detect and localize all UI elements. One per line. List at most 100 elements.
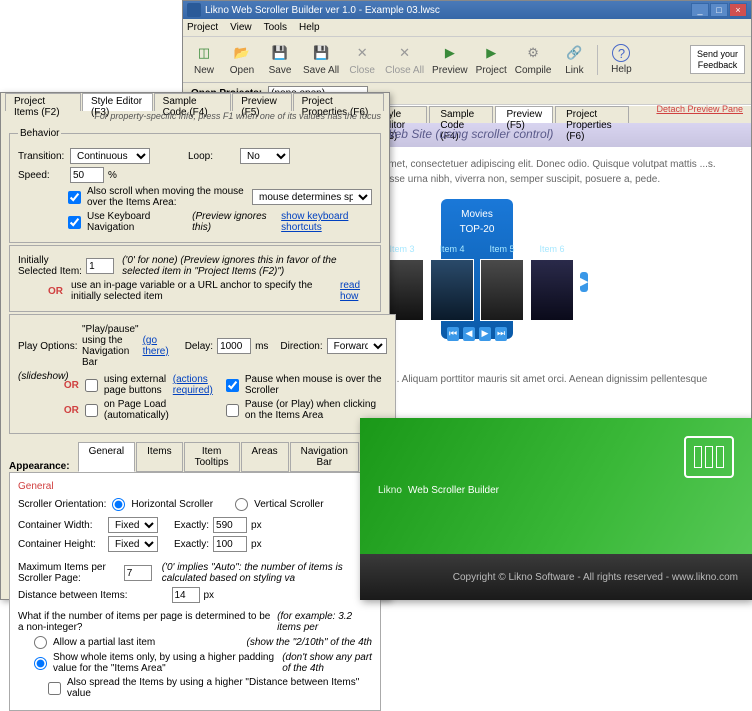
- speed-input[interactable]: [70, 167, 104, 183]
- splash-screen: Likno Web Scroller Builder Copyright © L…: [360, 418, 752, 600]
- tab-style-editor[interactable]: Style Editor (F3): [82, 93, 153, 111]
- movie-item: Item 5: [480, 243, 524, 321]
- splash-logo-icon: [684, 436, 734, 478]
- max-items-label: Maximum Items per Scroller Page:: [18, 562, 120, 584]
- menu-view[interactable]: View: [230, 22, 252, 33]
- read-how-link[interactable]: read how: [340, 280, 372, 302]
- scroll-mouse-label: Also scroll when moving the mouse over t…: [87, 186, 248, 208]
- menu-project[interactable]: Project: [187, 22, 218, 33]
- tab-general[interactable]: General: [78, 442, 136, 472]
- splash-brand: Likno: [378, 485, 402, 496]
- scroll-mouse-checkbox[interactable]: [68, 191, 81, 204]
- kb-shortcuts-link[interactable]: show keyboard shortcuts: [281, 211, 372, 233]
- tab-preview[interactable]: Preview (F5): [495, 106, 553, 123]
- splash-copyright: Copyright © Likno Software - All rights …: [360, 554, 752, 600]
- vertical-radio[interactable]: [235, 498, 248, 511]
- app-icon: [187, 3, 201, 17]
- help-button[interactable]: ?Help: [606, 44, 636, 75]
- tab-project-properties[interactable]: Project Properties (F6): [555, 106, 629, 123]
- window-title: Likno Web Scroller Builder ver 1.0 - Exa…: [205, 5, 440, 16]
- loop-label: Loop:: [188, 151, 236, 162]
- menu-help[interactable]: Help: [299, 22, 320, 33]
- scroll-mouse-select[interactable]: mouse determines speed: [252, 189, 372, 205]
- external-buttons-checkbox[interactable]: [85, 379, 98, 392]
- open-button[interactable]: 📂Open: [227, 43, 257, 76]
- tab-preview[interactable]: Preview (F5): [232, 93, 291, 111]
- feedback-button[interactable]: Send your Feedback: [690, 45, 745, 75]
- style-editor-window: Project Items (F2) Style Editor (F3) Sam…: [0, 92, 390, 600]
- distance-input[interactable]: [172, 587, 200, 603]
- tab-item-tooltips[interactable]: Item Tooltips: [184, 442, 240, 472]
- nav-next-icon[interactable]: ▶: [479, 327, 491, 341]
- scroller-next-icon[interactable]: ▶: [580, 272, 588, 292]
- nav-prev-icon[interactable]: ◀: [463, 327, 475, 341]
- keyboard-nav-checkbox[interactable]: [68, 216, 81, 229]
- height-input[interactable]: [213, 536, 247, 552]
- maximize-button[interactable]: □: [710, 3, 728, 17]
- pause-mouse-checkbox[interactable]: [226, 379, 239, 392]
- direction-select[interactable]: Forward: [327, 338, 387, 354]
- non-integer-label: What if the number of items per page is …: [18, 611, 273, 633]
- tab-sample-code[interactable]: Sample Code (F4): [154, 93, 232, 111]
- tab-nav-bar[interactable]: Navigation Bar: [290, 442, 359, 472]
- menu-tools[interactable]: Tools: [264, 22, 287, 33]
- orientation-label: Scroller Orientation:: [18, 499, 106, 510]
- transition-select[interactable]: Continuous: [70, 148, 150, 164]
- container-height-label: Container Height:: [18, 539, 104, 550]
- tab-sample-code[interactable]: Sample Code (F4): [429, 106, 493, 123]
- tab-items[interactable]: Items: [136, 442, 182, 472]
- close-button[interactable]: ×: [729, 3, 747, 17]
- nav-last-icon[interactable]: ⏭: [495, 327, 507, 341]
- save-button[interactable]: 💾Save: [265, 43, 295, 76]
- partial-item-radio[interactable]: [34, 636, 47, 649]
- width-input[interactable]: [213, 517, 247, 533]
- splash-product: Web Scroller Builder: [408, 485, 499, 496]
- initial-item-input[interactable]: [86, 258, 114, 274]
- link-button[interactable]: 🔗Link: [559, 43, 589, 76]
- tab-areas[interactable]: Areas: [241, 442, 289, 472]
- tab-project-items[interactable]: Project Items (F2): [5, 93, 81, 111]
- appearance-label: Appearance:: [9, 461, 70, 472]
- nav-first-icon[interactable]: ⏮: [447, 327, 459, 341]
- behavior-panel: Behavior Transition: Continuous Loop: No…: [9, 128, 381, 243]
- compile-button[interactable]: ⚙Compile: [515, 43, 552, 76]
- close-proj-button: ✕Close: [347, 43, 377, 76]
- speed-label: Speed:: [18, 170, 66, 181]
- new-button[interactable]: ◫New: [189, 43, 219, 76]
- delay-input[interactable]: [217, 338, 251, 354]
- behavior-legend: Behavior: [18, 128, 61, 139]
- scroller-nav: ⏮ ◀ ▶ ⏭: [447, 327, 507, 341]
- general-panel: General Scroller Orientation: Horizontal…: [9, 472, 381, 711]
- play-options-label: Play Options:: [18, 341, 78, 352]
- height-mode-select[interactable]: Fixed: [108, 536, 158, 552]
- general-header: General: [18, 481, 372, 492]
- pause-click-checkbox[interactable]: [226, 404, 239, 417]
- project-button[interactable]: ▶Project: [476, 43, 507, 76]
- go-there-link[interactable]: (go there): [143, 335, 169, 357]
- spread-items-checkbox[interactable]: [48, 682, 61, 695]
- preview-button[interactable]: ▶Preview: [432, 43, 468, 76]
- detach-preview-link[interactable]: Detach Preview Pane: [656, 104, 743, 114]
- menubar: Project View Tools Help: [183, 19, 751, 37]
- horizontal-radio[interactable]: [112, 498, 125, 511]
- scroller-widget: Movies TOP-20 ◀ Item 3 Item 4 Item 5 Ite…: [441, 199, 513, 339]
- container-width-label: Container Width:: [18, 520, 104, 531]
- initial-item-label: Initially Selected Item:: [18, 255, 82, 277]
- movie-item: Item 4: [430, 243, 474, 321]
- minimize-button[interactable]: _: [691, 3, 709, 17]
- save-all-button[interactable]: 💾Save All: [303, 43, 339, 76]
- loop-select[interactable]: No: [240, 148, 290, 164]
- tab-project-properties[interactable]: Project Properties (F6): [293, 93, 384, 111]
- actions-required-link[interactable]: (actions required): [173, 374, 214, 396]
- width-mode-select[interactable]: Fixed: [108, 517, 158, 533]
- titlebar: Likno Web Scroller Builder ver 1.0 - Exa…: [183, 1, 751, 19]
- keyboard-nav-label: Use Keyboard Navigation: [87, 211, 180, 233]
- whole-items-radio[interactable]: [34, 657, 47, 670]
- scroller-title: Movies TOP-20: [447, 205, 507, 239]
- close-all-button: ✕Close All: [385, 43, 424, 76]
- initial-item-panel: Initially Selected Item: ('0' for none) …: [9, 245, 381, 312]
- page-load-checkbox[interactable]: [85, 404, 98, 417]
- max-items-input[interactable]: [124, 565, 152, 581]
- toolbar: ◫New 📂Open 💾Save 💾Save All ✕Close ✕Close…: [183, 37, 751, 83]
- distance-label: Distance between Items:: [18, 590, 128, 601]
